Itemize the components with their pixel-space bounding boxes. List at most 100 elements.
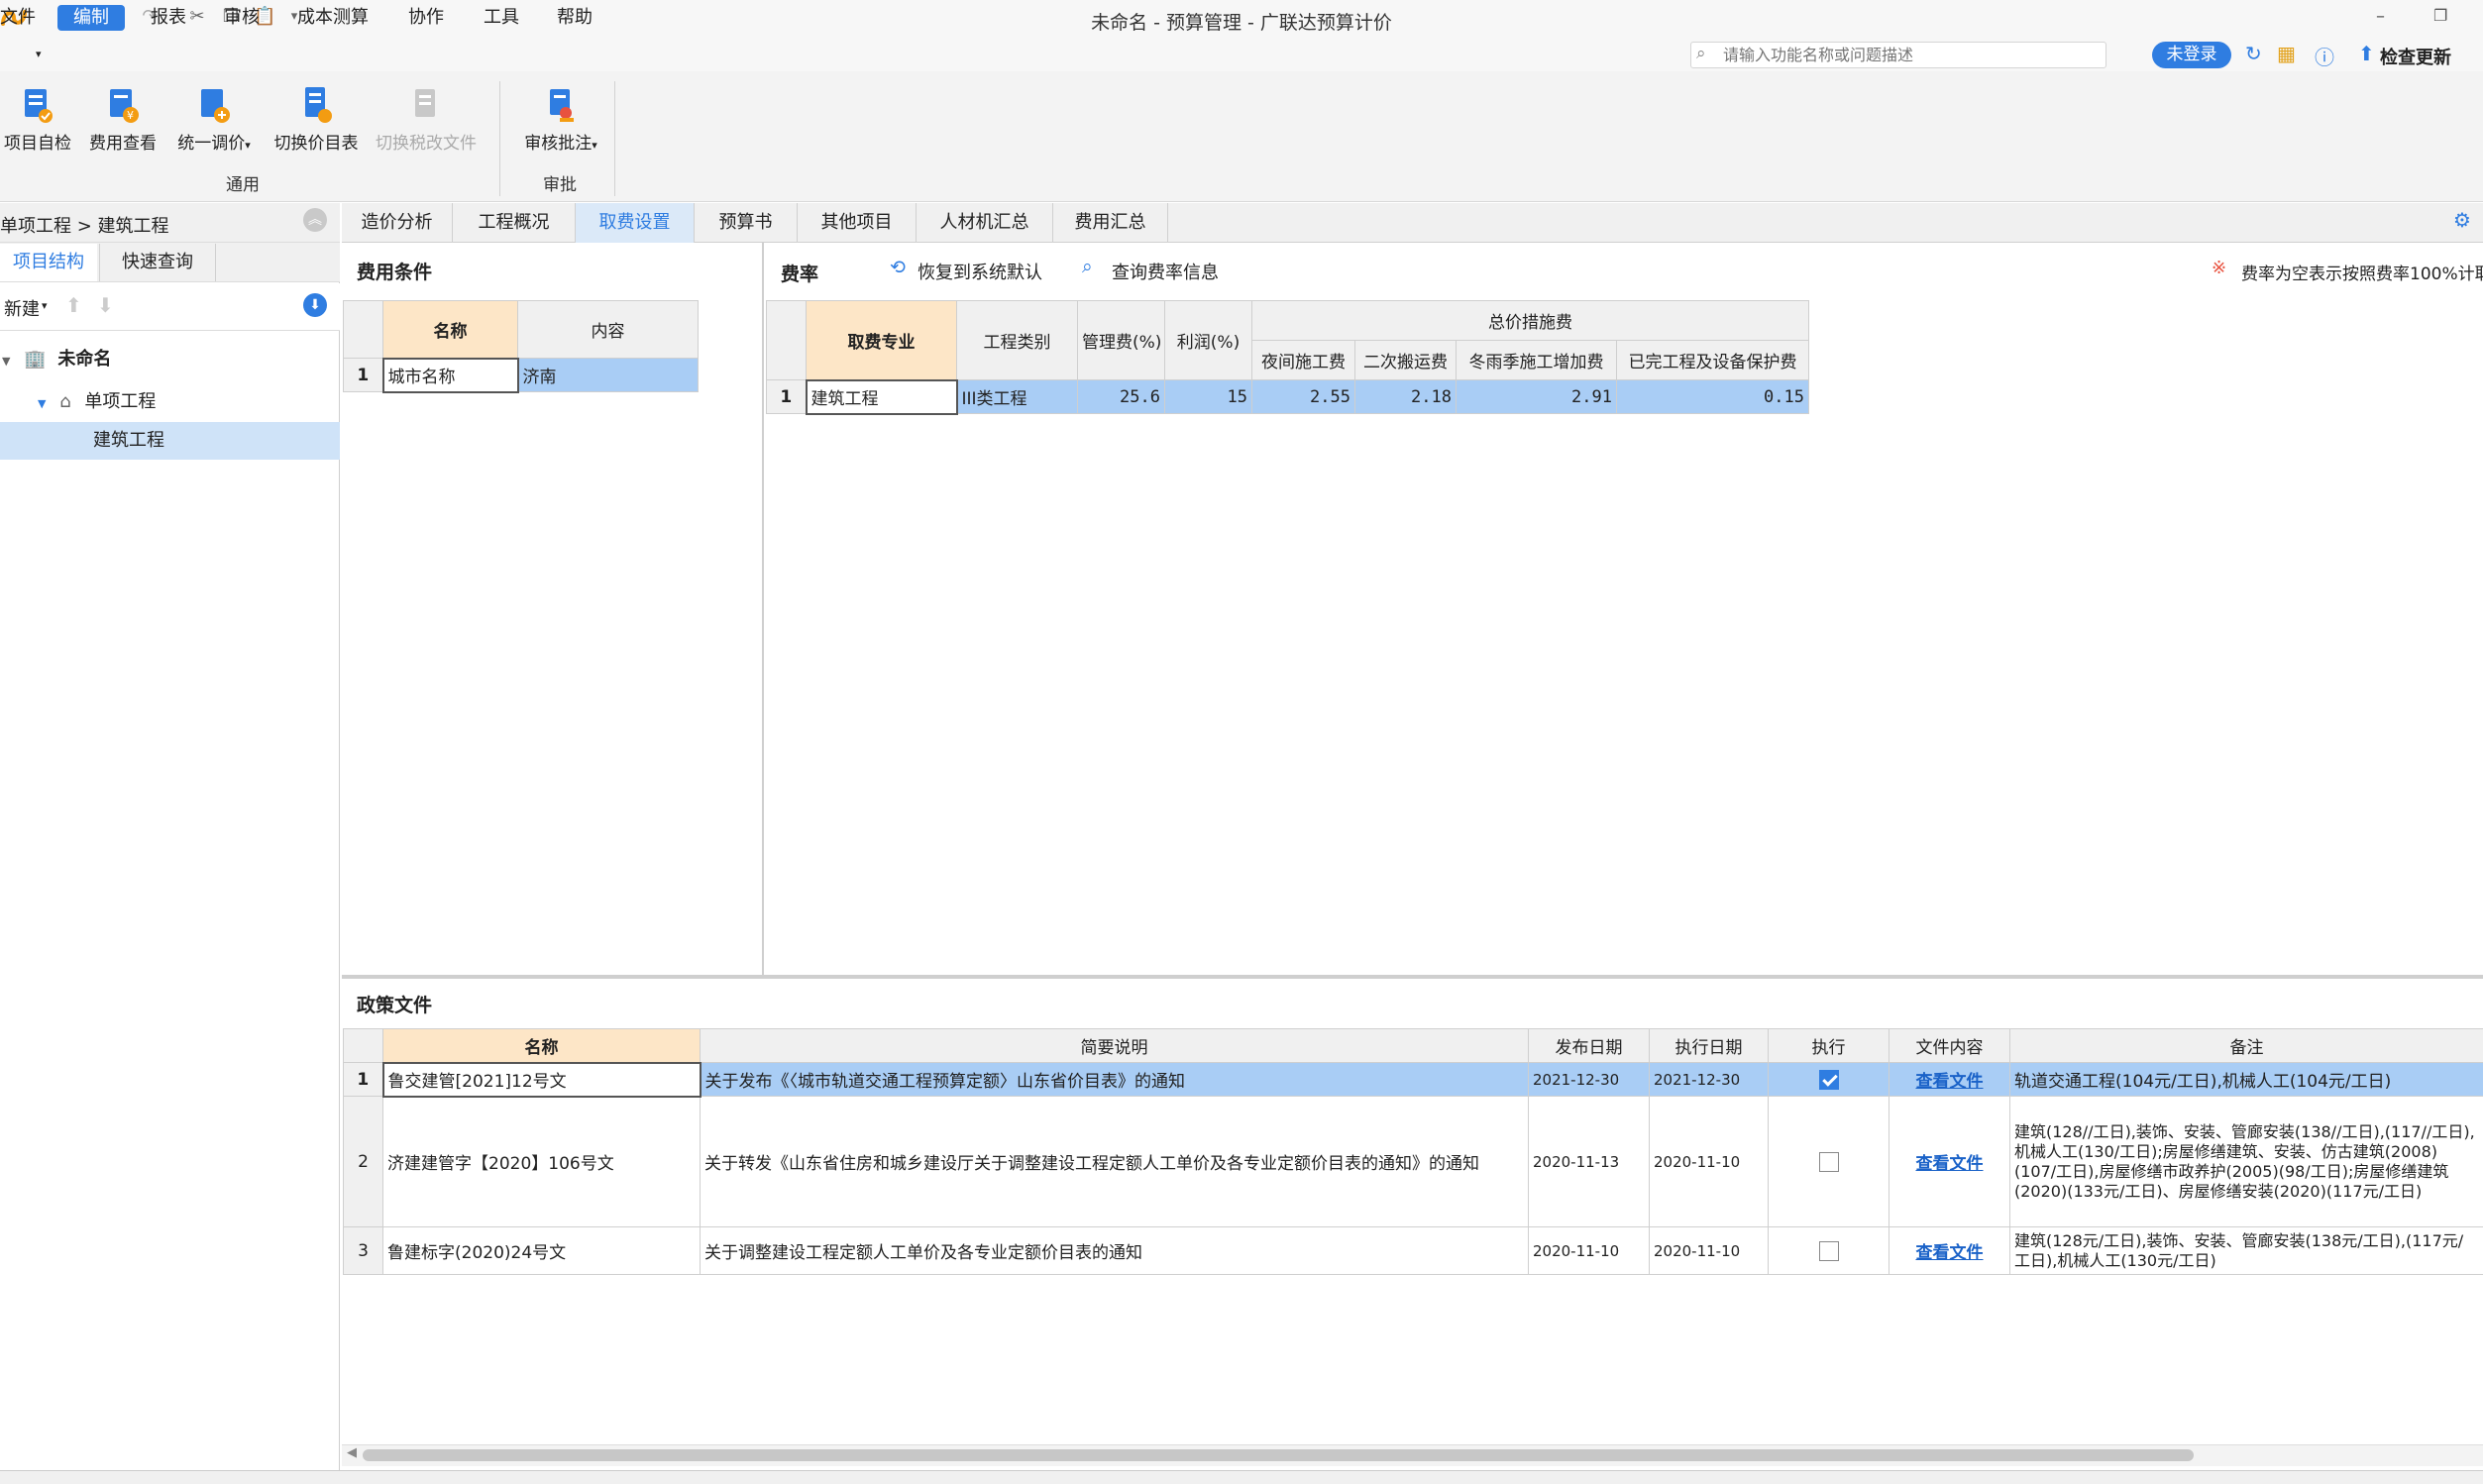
menu-cost-estimate[interactable]: 成本测算 (291, 5, 375, 31)
column-header-protection[interactable]: 已完工程及设备保护费 (1616, 340, 1809, 380)
login-button[interactable]: 未登录 (2152, 42, 2231, 68)
switch-price-list-button[interactable]: 切换价目表 (268, 85, 365, 155)
cell-desc[interactable]: 关于发布《〈城市轨道交通工程预算定额〉山东省价目表》的通知 (700, 1062, 1529, 1097)
panel-settings-icon[interactable]: ⚙ (2453, 208, 2471, 232)
move-up-icon[interactable]: ⬆ (65, 293, 82, 317)
menu-edit[interactable]: 编制 (57, 5, 125, 31)
cell-execute[interactable] (1768, 1226, 1889, 1275)
check-update-button[interactable]: 检查更新 (2380, 44, 2451, 69)
scroll-left-icon[interactable]: ◀ (347, 1445, 357, 1460)
column-header-measures-group[interactable]: 总价措施费 (1251, 300, 1809, 341)
menu-file[interactable]: 文件 (0, 5, 42, 31)
cell-name[interactable]: 城市名称 (381, 357, 519, 393)
tab-other-items[interactable]: 其他项目 (798, 203, 917, 243)
cell-category[interactable]: III类工程 (956, 379, 1078, 414)
apps-grid-icon[interactable]: ▦ (2277, 42, 2296, 65)
table-row[interactable]: 3 鲁建标字(2020)24号文 关于调整建设工程定额人工单价及各专业定额价目表… (343, 1226, 2483, 1275)
column-header-secondary[interactable]: 二次搬运费 (1354, 340, 1457, 380)
table-row[interactable]: 2 济建建管字【2020】106号文 关于转发《山东省住房和城乡建设厅关于调整建… (343, 1096, 2483, 1227)
update-icon[interactable]: ⬆ (2358, 42, 2375, 65)
cell-name[interactable]: 鲁建标字(2020)24号文 (382, 1226, 701, 1275)
horizontal-splitter[interactable] (342, 975, 2483, 979)
table-row[interactable]: 1 城市名称 济南 (343, 357, 699, 393)
column-header-execute[interactable]: 执行 (1768, 1028, 1889, 1063)
tab-project-structure[interactable]: 项目结构 (0, 244, 97, 281)
execute-checkbox[interactable] (1818, 1240, 1839, 1261)
minimize-icon[interactable]: – (2376, 6, 2385, 27)
cell-winter[interactable]: 2.91 (1456, 379, 1617, 414)
column-header-specialty[interactable]: 取费专业 (806, 300, 957, 380)
menu-help[interactable]: 帮助 (551, 5, 598, 31)
move-down-icon[interactable]: ⬇ (97, 293, 114, 317)
column-header-profit[interactable]: 利润(%) (1164, 300, 1252, 380)
menu-collaborate[interactable]: 协作 (402, 5, 450, 31)
cell-profit[interactable]: 15 (1164, 379, 1252, 414)
cell-desc[interactable]: 关于调整建设工程定额人工单价及各专业定额价目表的通知 (700, 1226, 1529, 1275)
column-header-name[interactable]: 名称 (382, 300, 518, 359)
cell-exec-date: 2020-11-10 (1649, 1096, 1769, 1227)
column-header-desc[interactable]: 简要说明 (700, 1028, 1529, 1063)
self-check-button[interactable]: 项目自检 (0, 85, 75, 155)
ribbon-separator (499, 81, 500, 196)
column-header-winter[interactable]: 冬雨季施工增加费 (1456, 340, 1617, 380)
row-number: 2 (343, 1096, 383, 1227)
search-box[interactable] (1690, 42, 2106, 68)
tree-item-single-project[interactable]: ▼ ⌂ 单项工程 (0, 383, 340, 421)
menu-review[interactable]: 审核 (218, 5, 266, 31)
tab-budget-book[interactable]: 预算书 (695, 203, 798, 243)
unified-price-button[interactable]: 统一调价▾ (168, 85, 260, 155)
menu-tools[interactable]: 工具 (478, 5, 525, 31)
column-header-night[interactable]: 夜间施工费 (1251, 340, 1355, 380)
tree-item-building-project[interactable]: 建筑工程 (0, 422, 340, 460)
tab-project-overview[interactable]: 工程概况 (453, 203, 576, 243)
cell-secondary[interactable]: 2.18 (1354, 379, 1457, 414)
column-header-content[interactable]: 内容 (517, 300, 699, 359)
column-header-name[interactable]: 名称 (382, 1028, 701, 1063)
info-icon[interactable]: ⓘ (2315, 42, 2334, 70)
cell-protection[interactable]: 0.15 (1616, 379, 1809, 414)
cell-content[interactable]: 济南 (517, 358, 699, 392)
column-header-mgmt[interactable]: 管理费(%) (1077, 300, 1165, 380)
restore-icon[interactable]: ❐ (2433, 6, 2447, 25)
cell-desc[interactable]: 关于转发《山东省住房和城乡建设厅关于调整建设工程定额人工单价及各专业定额价目表的… (700, 1096, 1529, 1227)
column-header-category[interactable]: 工程类别 (956, 300, 1078, 380)
scrollbar-thumb[interactable] (363, 1449, 2194, 1461)
cell-mgmt[interactable]: 25.6 (1077, 379, 1165, 414)
view-file-link[interactable]: 查看文件 (1889, 1226, 2010, 1275)
sync-icon[interactable]: ↻ (2245, 42, 2262, 65)
cell-execute[interactable] (1768, 1096, 1889, 1227)
view-file-link[interactable]: 查看文件 (1889, 1062, 2010, 1097)
collapse-panel-icon[interactable]: ︽ (303, 208, 327, 232)
column-header-publish[interactable]: 发布日期 (1528, 1028, 1650, 1063)
tab-fee-summary[interactable]: 费用汇总 (1053, 203, 1168, 243)
restore-default-button[interactable]: 恢复到系统默认 (918, 259, 1042, 284)
cell-execute[interactable] (1768, 1062, 1889, 1097)
column-header-remark[interactable]: 备注 (2009, 1028, 2483, 1063)
cell-specialty[interactable]: 建筑工程 (805, 378, 958, 415)
tab-cost-analysis[interactable]: 造价分析 (342, 203, 453, 243)
column-header-exec-date[interactable]: 执行日期 (1649, 1028, 1769, 1063)
tree-item-root[interactable]: ▼ 🏢 未命名 (0, 341, 340, 378)
new-button[interactable]: 新建 (4, 295, 40, 321)
cell-name[interactable]: 鲁交建管[2021]12号文 (381, 1061, 702, 1098)
query-rate-button[interactable]: 查询费率信息 (1112, 259, 1219, 284)
tab-labor-material-summary[interactable]: 人材机汇总 (917, 203, 1053, 243)
tab-fee-settings[interactable]: 取费设置 (576, 203, 695, 243)
switch-tax-file-button[interactable]: 切换税改文件 (371, 85, 482, 155)
cell-night[interactable]: 2.55 (1251, 379, 1355, 414)
menu-report[interactable]: 报表 (145, 5, 192, 31)
execute-checkbox[interactable] (1818, 1069, 1839, 1090)
view-file-link[interactable]: 查看文件 (1889, 1096, 2010, 1227)
cell-publish: 2020-11-13 (1528, 1096, 1650, 1227)
download-icon[interactable]: ⬇ (303, 293, 327, 317)
search-input[interactable] (1721, 43, 2098, 67)
table-row[interactable]: 1 鲁交建管[2021]12号文 关于发布《〈城市轨道交通工程预算定额〉山东省价… (343, 1061, 2483, 1098)
tab-quick-query[interactable]: 快速查询 (99, 244, 216, 281)
execute-checkbox[interactable] (1818, 1151, 1839, 1172)
review-annotate-button[interactable]: 审核批注▾ (513, 85, 608, 155)
column-header-content[interactable]: 文件内容 (1889, 1028, 2010, 1063)
table-row[interactable]: 1 建筑工程 III类工程 25.6 15 2.55 2.18 2.91 0.1… (766, 378, 1809, 415)
chevron-down-icon: ▾ (592, 139, 597, 152)
fee-view-button[interactable]: ¥ 费用查看 (83, 85, 162, 155)
cell-name[interactable]: 济建建管字【2020】106号文 (382, 1096, 701, 1227)
